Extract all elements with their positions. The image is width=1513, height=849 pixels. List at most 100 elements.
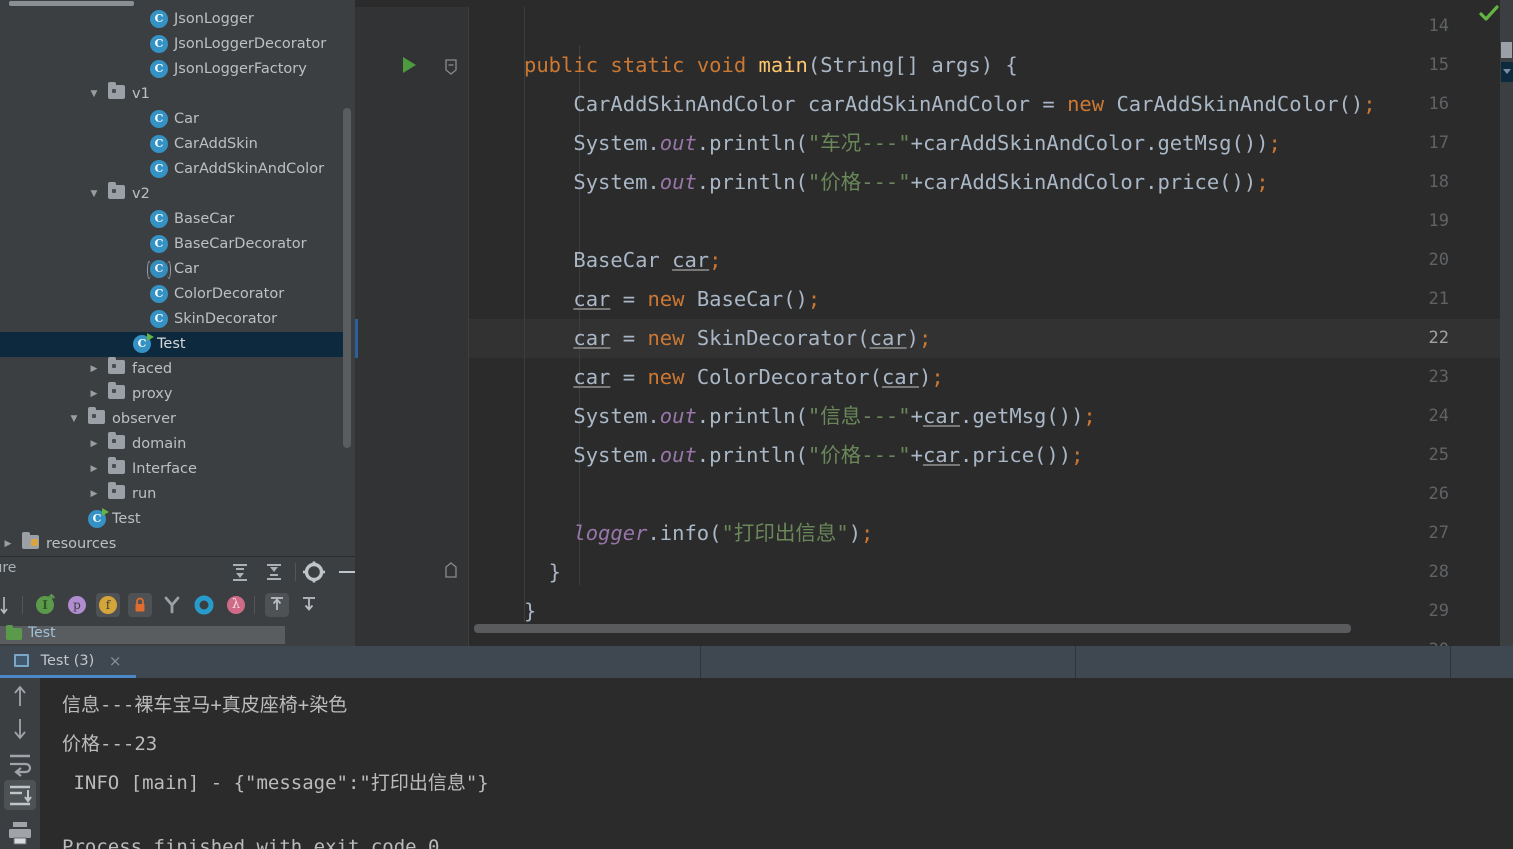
project-hscroll-thumb[interactable] (9, 1, 134, 6)
code-line[interactable]: System.out.println("车况---"+carAddSkinAnd… (469, 124, 1513, 163)
inspection-ok-check-icon[interactable] (1479, 5, 1499, 21)
code-line[interactable]: } (469, 553, 1513, 592)
autoscroll-icon[interactable]: I (33, 593, 57, 617)
structure-tool-window-header[interactable]: ture (0, 556, 357, 624)
tree-item-test[interactable]: C Test (0, 332, 347, 357)
collapse-all-icon[interactable] (262, 561, 286, 583)
chevron-right-icon[interactable]: ▶ (86, 482, 102, 507)
code-line[interactable]: } (469, 592, 1513, 622)
tree-item-basecardecorator[interactable]: C BaseCarDecorator (0, 232, 347, 257)
tree-item-car[interactable]: C Car (0, 107, 347, 132)
tree-item-v2[interactable]: ▼ v2 (0, 182, 347, 207)
run-gutter-icon[interactable] (403, 57, 416, 73)
code-line[interactable] (469, 475, 1513, 514)
tree-item-caraddskin[interactable]: C CarAddSkin (0, 132, 347, 157)
code-line[interactable]: System.out.println("价格---"+car.price()); (469, 436, 1513, 475)
close-icon[interactable]: × (109, 646, 122, 676)
code-text[interactable]: public static void main(String[] args) {… (469, 7, 1513, 622)
code-line[interactable]: System.out.println("价格---"+carAddSkinAnd… (469, 163, 1513, 202)
structure-quick-icon-strip[interactable]: a z I p f (0, 591, 355, 619)
code-token: main (758, 53, 808, 77)
tree-item-v1[interactable]: ▼ v1 (0, 82, 347, 107)
code-line[interactable] (469, 7, 1513, 46)
scroll-down-icon[interactable] (4, 714, 36, 744)
editor-gutter[interactable] (355, 7, 468, 646)
expand-all-icon[interactable] (228, 561, 252, 583)
editor-hscroll-thumb[interactable] (474, 624, 1351, 633)
export-up-icon[interactable] (265, 593, 289, 617)
code-line[interactable]: logger.info("打印出信息"); (469, 514, 1513, 553)
chevron-right-icon[interactable]: ▶ (86, 357, 102, 382)
code-line[interactable] (469, 202, 1513, 241)
tree-item-label: resources (46, 536, 117, 552)
tree-item-basecar[interactable]: C BaseCar (0, 207, 347, 232)
chevron-right-icon[interactable]: ▶ (86, 457, 102, 482)
gear-icon[interactable] (302, 561, 326, 583)
lambda-icon[interactable]: λ (224, 593, 248, 617)
tree-item-label: proxy (132, 386, 173, 402)
import-down-icon[interactable] (297, 593, 321, 617)
run-tool-window[interactable]: Test (3) × 信息---裸车宝马+真皮座椅+染色 价格---23 INF… (0, 646, 1513, 849)
chevron-right-icon[interactable]: ▶ (86, 432, 102, 457)
folder-icon (108, 182, 125, 199)
console-output[interactable]: 信息---裸车宝马+真皮座椅+染色 价格---23 INFO [main] - {… (40, 678, 1513, 849)
folder-icon (108, 382, 125, 399)
project-vertical-scrollbar[interactable] (343, 108, 351, 448)
lock-icon[interactable] (128, 593, 152, 617)
tree-item-skindecorator[interactable]: C SkinDecorator (0, 307, 347, 332)
print-icon[interactable] (4, 818, 36, 848)
chevron-down-icon[interactable]: ▼ (66, 407, 82, 432)
editor-horizontal-scrollbar[interactable] (469, 622, 1513, 634)
code-line[interactable]: car = new BaseCar(); (469, 280, 1513, 319)
code-line[interactable]: car = new ColorDecorator(car); (469, 358, 1513, 397)
tree-item-proxy[interactable]: ▶ proxy (0, 382, 347, 407)
code-line[interactable]: System.out.println("信息---"+car.getMsg())… (469, 397, 1513, 436)
tree-item-colordecorator[interactable]: C ColorDecorator (0, 282, 347, 307)
tree-item-jsonloggerdecorator[interactable]: C JsonLoggerDecorator (0, 32, 347, 57)
run-tab-bar[interactable]: Test (3) × (0, 646, 1513, 678)
tree-item-observer[interactable]: ▼ observer (0, 407, 347, 432)
f-marker-icon[interactable]: f (96, 593, 120, 617)
chevron-right-icon[interactable]: ▶ (0, 532, 16, 556)
code-line[interactable]: BaseCar car; (469, 241, 1513, 280)
tree-item-test[interactable]: C Test (0, 507, 347, 532)
tree-item-interface[interactable]: ▶ Interface (0, 457, 347, 482)
soft-wrap-icon[interactable] (4, 748, 36, 778)
interface-circle-icon[interactable] (192, 593, 216, 617)
tree-item-caraddskinandcolor[interactable]: C CarAddSkinAndColor (0, 157, 347, 182)
code-editor[interactable]: 1415161718192021222324252627282930 publi… (355, 0, 1513, 660)
code-line[interactable]: car = new SkinDecorator(car); (469, 319, 1513, 358)
tree-item-domain[interactable]: ▶ domain (0, 432, 347, 457)
console-line: 价格---23 (62, 733, 158, 755)
project-tool-window[interactable]: C JsonLogger C JsonLoggerDecorator C JsonLogg… (0, 0, 355, 556)
code-token: out (659, 443, 697, 467)
marker-item[interactable] (1501, 42, 1512, 58)
code-line[interactable]: public static void main(String[] args) { (469, 46, 1513, 85)
project-tree[interactable]: C JsonLogger C JsonLoggerDecorator C JsonLogg… (0, 7, 347, 556)
scroll-to-end-icon[interactable] (4, 780, 36, 810)
project-horizontal-scrollbar[interactable] (0, 0, 355, 7)
marker-item-selected[interactable] (1501, 62, 1513, 82)
editor-right-marker-strip[interactable] (1500, 0, 1513, 646)
tree-item-resources[interactable]: ▶ resources (0, 532, 347, 556)
fold-end-icon[interactable] (443, 561, 457, 578)
sort-alphabetically-icon[interactable]: a z (0, 593, 12, 617)
console-toolbar[interactable] (0, 678, 40, 849)
tree-item-car[interactable]: C Car (0, 257, 347, 282)
scroll-up-icon[interactable] (4, 682, 36, 712)
breadcrumb[interactable]: Test (0, 624, 355, 646)
chevron-down-icon[interactable]: ▼ (86, 82, 102, 107)
tree-item-jsonlogger[interactable]: C JsonLogger (0, 7, 347, 32)
tree-item-run[interactable]: ▶ run (0, 482, 347, 507)
tree-item-faced[interactable]: ▶ faced (0, 357, 347, 382)
tree-item-jsonloggerfactory[interactable]: C JsonLoggerFactory (0, 57, 347, 82)
tab-test-run[interactable]: Test (3) × (0, 646, 136, 678)
code-token: car (672, 248, 710, 272)
tree-item-label: JsonLogger (174, 11, 254, 27)
fold-collapse-icon[interactable] (443, 58, 457, 75)
chevron-right-icon[interactable]: ▶ (86, 382, 102, 407)
chevron-down-icon[interactable]: ▼ (86, 182, 102, 207)
p-marker-icon[interactable]: p (65, 593, 89, 617)
branch-icon[interactable] (160, 593, 184, 617)
code-line[interactable]: CarAddSkinAndColor carAddSkinAndColor = … (469, 85, 1513, 124)
